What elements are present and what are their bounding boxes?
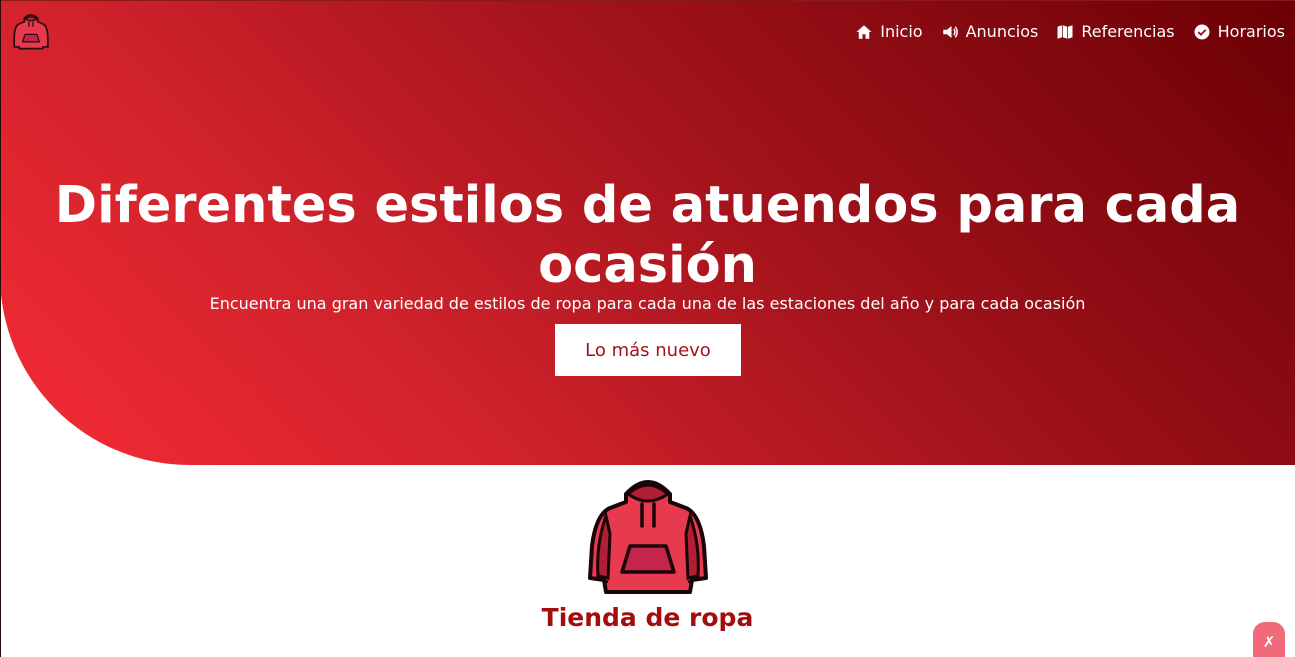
nav-item-inicio[interactable]: Inicio bbox=[855, 22, 923, 41]
store-title: Tienda de ropa bbox=[541, 603, 754, 632]
logo-hoodie-icon[interactable] bbox=[10, 10, 52, 52]
nav-label: Anuncios bbox=[965, 22, 1039, 41]
latest-button[interactable]: Lo más nuevo bbox=[555, 324, 741, 376]
nav-item-anuncios[interactable]: Anuncios bbox=[941, 22, 1039, 41]
nav-label: Inicio bbox=[880, 22, 923, 41]
hoodie-icon bbox=[588, 480, 708, 594]
nav-label: Horarios bbox=[1217, 22, 1285, 41]
nav-item-horarios[interactable]: Horarios bbox=[1193, 22, 1285, 41]
hero-headline: Diferentes estilos de atuendos para cada… bbox=[54, 176, 1241, 295]
nav-label: Referencias bbox=[1081, 22, 1175, 41]
map-icon bbox=[1057, 24, 1073, 39]
check-circle-icon bbox=[1194, 24, 1210, 39]
megaphone-icon bbox=[942, 25, 958, 38]
home-icon bbox=[856, 24, 872, 39]
main-nav: Inicio Anuncios Referencias Horarios bbox=[837, 22, 1285, 41]
hero-subtitle: Encuentra una gran variedad de estilos d… bbox=[209, 294, 1086, 313]
page-edge bbox=[0, 0, 1, 657]
floating-widget-button[interactable]: ✗ bbox=[1253, 622, 1285, 657]
nav-item-referencias[interactable]: Referencias bbox=[1056, 22, 1175, 41]
widget-icon: ✗ bbox=[1262, 633, 1276, 651]
